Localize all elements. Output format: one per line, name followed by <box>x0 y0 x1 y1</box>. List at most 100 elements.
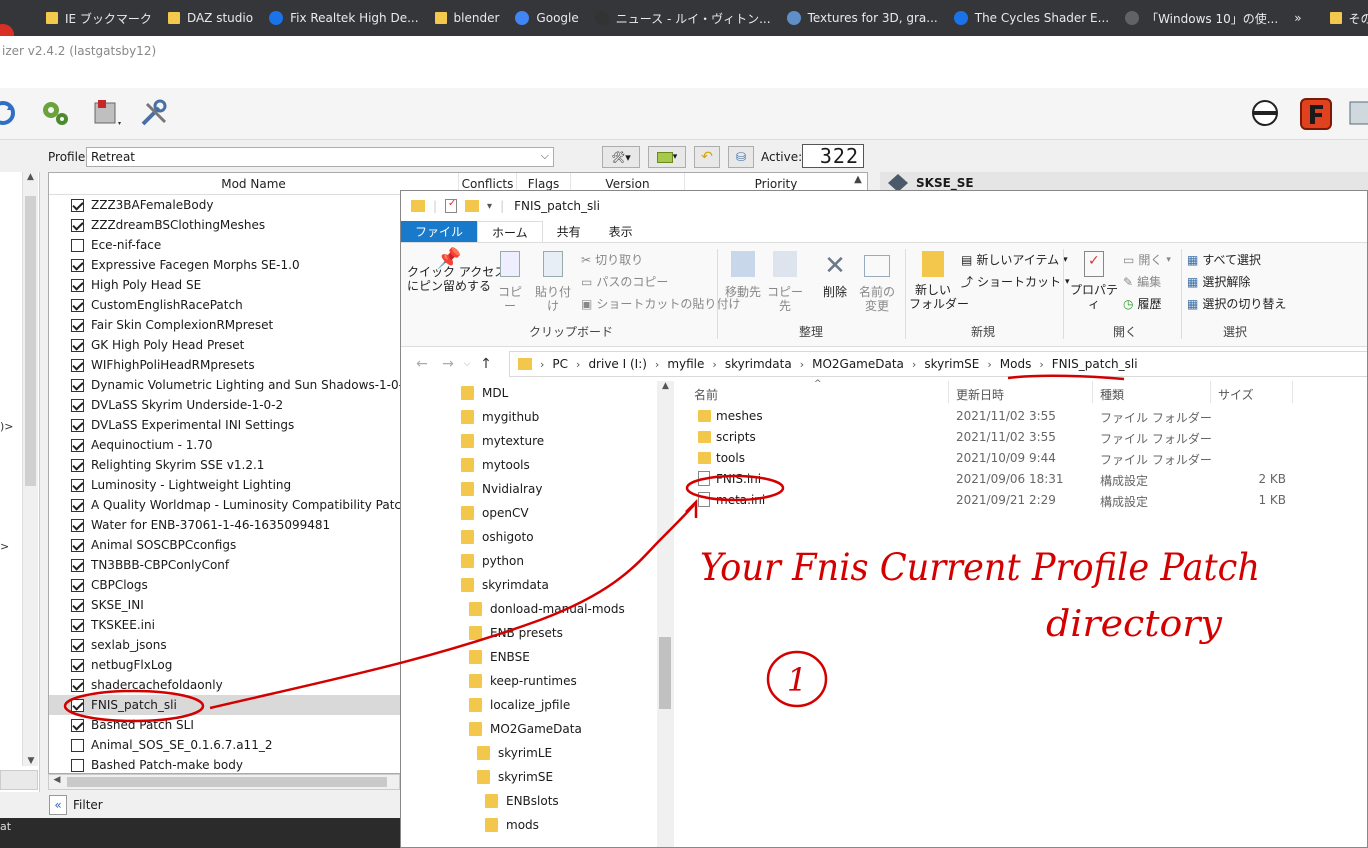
mod-checkbox[interactable] <box>71 718 84 732</box>
mod-checkbox[interactable] <box>71 358 84 372</box>
mod-checkbox[interactable] <box>71 758 84 772</box>
tree-scroll-thumb[interactable] <box>659 637 671 709</box>
tools-wrench-icon[interactable] <box>139 98 169 128</box>
invert-selection-button[interactable]: ▦ 選択の切り替え <box>1187 295 1286 312</box>
tree-item[interactable]: python <box>401 549 657 573</box>
tree-item[interactable]: mytexture <box>401 429 657 453</box>
breadcrumb-separator-icon[interactable]: › <box>655 358 659 371</box>
copy-to-button[interactable]: コピー先 <box>765 251 805 313</box>
tab-view[interactable]: 表示 <box>595 221 647 242</box>
restore-backup-button[interactable]: ↶ <box>694 146 720 168</box>
properties-button[interactable]: ✓ プロパティ <box>1069 251 1119 311</box>
file-row[interactable]: FNIS.ini 2021/09/06 18:31 構成設定 2 KB <box>674 469 1367 490</box>
executables-icon[interactable] <box>92 98 122 128</box>
tree-item[interactable]: MO2GameData <box>401 717 657 741</box>
new-folder-icon[interactable] <box>465 200 480 212</box>
tree-item[interactable]: donload-manual-mods <box>401 597 657 621</box>
bookmark-item[interactable]: Fix Realtek High De... <box>261 4 426 32</box>
pin-quick-access-button[interactable]: 📌 クイック アクセス にピン留めする <box>407 248 506 293</box>
forward-arrow-icon[interactable]: → <box>435 356 461 372</box>
breadcrumb-separator-icon[interactable]: › <box>712 358 716 371</box>
tree-item[interactable]: mods <box>401 813 657 837</box>
bookmark-item[interactable]: Textures for 3D, gra... <box>779 4 946 32</box>
tree-scrollbar[interactable]: ▲ <box>657 381 674 847</box>
select-none-button[interactable]: ▦ 選択解除 <box>1187 273 1250 290</box>
breadcrumb-separator-icon[interactable]: › <box>912 358 916 371</box>
bookmark-item[interactable]: blender <box>427 4 508 32</box>
edit-button[interactable]: ✎ 編集 <box>1123 273 1161 290</box>
bookmark-item[interactable]: IE ブックマーク <box>38 4 160 32</box>
creation-kit-icon[interactable] <box>1250 98 1280 128</box>
mod-checkbox[interactable] <box>71 738 84 752</box>
properties-check-icon[interactable]: ✓ <box>445 198 458 213</box>
refresh-icon[interactable] <box>0 98 18 128</box>
tree-item[interactable]: mytools <box>401 453 657 477</box>
left-hscroll[interactable] <box>0 770 38 790</box>
move-to-button[interactable]: 移動先 <box>723 251 763 299</box>
file-row[interactable]: meta.ini 2021/09/21 2:29 構成設定 1 KB <box>674 490 1367 511</box>
file-row[interactable]: scripts 2021/11/02 3:55 ファイル フォルダー <box>674 427 1367 448</box>
tab-file[interactable]: ファイル <box>401 221 478 242</box>
mod-checkbox[interactable] <box>71 478 84 492</box>
easy-access-button[interactable]: ⤴ ショートカット ▾ <box>961 273 1070 290</box>
mod-checkbox[interactable] <box>71 518 84 532</box>
mod-checkbox[interactable] <box>71 558 84 572</box>
tree-item[interactable]: skyrimdata <box>401 573 657 597</box>
app-box-icon[interactable] <box>1348 98 1368 128</box>
mod-checkbox[interactable] <box>71 298 84 312</box>
select-all-button[interactable]: ▦ すべて選択 <box>1187 251 1261 268</box>
left-scroll-thumb[interactable] <box>25 196 36 486</box>
mod-checkbox[interactable] <box>71 258 84 272</box>
col-name[interactable]: 名前 <box>694 386 718 403</box>
breadcrumb-item[interactable]: Mods <box>1000 357 1032 371</box>
breadcrumb-separator-icon[interactable]: › <box>1039 358 1043 371</box>
other-bookmarks[interactable]: その他のブックマーク <box>1322 4 1368 32</box>
mod-checkbox[interactable] <box>71 278 84 292</box>
bookmark-item[interactable]: The Cycles Shader E... <box>946 4 1117 32</box>
profile-dropdown[interactable]: Retreat ⌵ <box>86 147 554 167</box>
tree-item[interactable]: oshigoto <box>401 525 657 549</box>
bookmark-item[interactable]: ニュース - ルイ・ヴィトン... <box>587 4 779 32</box>
tree-item[interactable]: ENBslots <box>401 789 657 813</box>
breadcrumb-item[interactable]: MO2GameData <box>812 357 904 371</box>
history-button[interactable]: ◷ 履歴 <box>1123 295 1162 312</box>
mod-checkbox[interactable] <box>71 318 84 332</box>
col-size[interactable]: サイズ <box>1218 386 1254 403</box>
mod-checkbox[interactable] <box>71 458 84 472</box>
file-row[interactable]: tools 2021/10/09 9:44 ファイル フォルダー <box>674 448 1367 469</box>
mod-checkbox[interactable] <box>71 378 84 392</box>
mod-checkbox[interactable] <box>71 398 84 412</box>
mod-checkbox[interactable] <box>71 218 84 232</box>
back-arrow-icon[interactable]: ← <box>409 356 435 372</box>
new-item-button[interactable]: ▤ 新しいアイテム ▾ <box>961 251 1068 268</box>
tree-item[interactable]: skyrimLE <box>401 741 657 765</box>
rename-button[interactable]: 名前の 変更 <box>855 251 899 313</box>
mod-checkbox[interactable] <box>71 538 84 552</box>
copy-button[interactable]: コピー <box>493 251 527 313</box>
breadcrumb-item[interactable]: myfile <box>667 357 704 371</box>
up-arrow-icon[interactable]: ↑ <box>473 356 499 372</box>
mod-checkbox[interactable] <box>71 598 84 612</box>
tab-share[interactable]: 共有 <box>543 221 595 242</box>
breadcrumb-item[interactable]: PC <box>552 357 568 371</box>
tree-item[interactable]: ENB presets <box>401 621 657 645</box>
mod-checkbox[interactable] <box>71 438 84 452</box>
col-date[interactable]: 更新日時 <box>956 386 1004 403</box>
profile-tools-button[interactable]: 🛠▾ <box>602 146 640 168</box>
address-bar[interactable]: › PC › drive I (I:) › myfile › skyrimdata › MO2Ga… <box>509 351 1367 377</box>
mod-checkbox[interactable] <box>71 638 84 652</box>
breadcrumb-separator-icon[interactable]: › <box>800 358 804 371</box>
tree-item[interactable]: localize_jpfile <box>401 693 657 717</box>
mod-checkbox[interactable] <box>71 238 84 252</box>
bookmark-item[interactable]: DAZ studio <box>160 4 261 32</box>
copy-path-button[interactable]: ▭ パスのコピー <box>581 273 668 290</box>
cut-button[interactable]: ✂ 切り取り <box>581 251 643 268</box>
tree-item[interactable]: skyrimSE <box>401 765 657 789</box>
tab-home[interactable]: ホーム <box>477 221 543 242</box>
backup-button[interactable]: ⛁ <box>728 146 754 168</box>
breadcrumb-item[interactable]: drive I (I:) <box>588 357 646 371</box>
mod-checkbox[interactable] <box>71 578 84 592</box>
breadcrumb-item[interactable]: skyrimdata <box>725 357 792 371</box>
recent-dropdown-icon[interactable]: ⌵ <box>461 359 473 369</box>
mod-checkbox[interactable] <box>71 698 84 712</box>
